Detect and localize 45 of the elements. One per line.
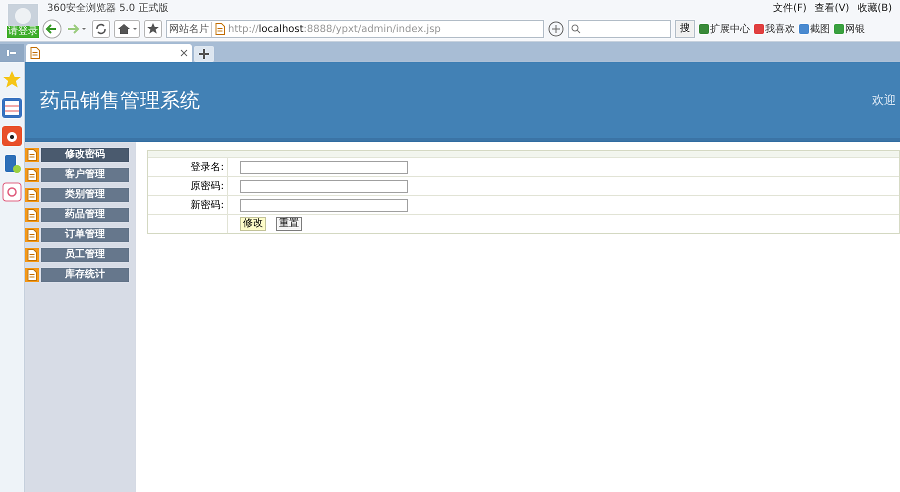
form-button[interactable]: 重置 <box>276 217 302 231</box>
window-title: 360安全浏览器 5.0 正式版 <box>47 2 168 16</box>
refresh-icon[interactable] <box>92 20 110 38</box>
sidebar-item[interactable]: 修改密码 <box>41 148 129 162</box>
search-field[interactable] <box>568 20 671 38</box>
toolbar-link[interactable]: 网银 <box>845 22 865 36</box>
menu-item[interactable]: 查看(V) <box>814 1 850 16</box>
page-icon <box>30 47 40 59</box>
input-field[interactable] <box>240 160 408 174</box>
sidebar-item[interactable]: 药品管理 <box>41 208 129 222</box>
url-text: http://localhost:8888/ypxt/admin/index.jsp <box>228 22 442 36</box>
toolbar-link[interactable]: 我喜欢 <box>765 22 795 36</box>
welcome-text: 欢迎 <box>872 92 896 109</box>
sidebar-item[interactable]: 客户管理 <box>41 168 129 182</box>
search-button[interactable]: 搜 <box>675 20 695 38</box>
search-icon <box>571 24 581 34</box>
field-label: 登录名: <box>148 158 228 176</box>
menu-item[interactable]: 收藏(B) <box>857 1 892 16</box>
address-bar[interactable]: 网站名片 http://localhost:8888/ypxt/admin/index.jsp <box>166 20 544 38</box>
toolbar-link[interactable]: 扩展中心 <box>710 22 750 36</box>
site-card-button[interactable]: 网站名片 <box>167 22 212 36</box>
form-button[interactable]: 修改 <box>240 217 266 231</box>
eye-icon[interactable] <box>2 126 22 146</box>
toolbar-link[interactable]: 截图 <box>810 22 830 36</box>
page-icon <box>215 23 225 35</box>
menu-item[interactable]: 文件(F) <box>773 1 807 16</box>
input-field[interactable] <box>240 198 408 212</box>
page-title: 药品销售管理系统 <box>40 87 200 114</box>
sidebar-item[interactable]: 类别管理 <box>41 188 129 202</box>
sidebar-item[interactable]: 订单管理 <box>41 228 129 242</box>
browser-tab[interactable] <box>26 44 192 62</box>
sidebar-item[interactable]: 库存统计 <box>41 268 129 282</box>
phone-icon[interactable] <box>2 154 22 174</box>
home-icon[interactable] <box>114 20 140 38</box>
mail-icon[interactable] <box>2 182 22 202</box>
field-label: 新密码: <box>148 196 228 214</box>
sidebar-item[interactable]: 员工管理 <box>41 248 129 262</box>
avatar-icon <box>8 4 38 26</box>
grid-icon[interactable] <box>2 98 22 118</box>
close-icon[interactable] <box>180 49 188 57</box>
input-field[interactable] <box>240 180 408 192</box>
field-label: 原密码: <box>148 177 228 195</box>
new-tab-icon[interactable] <box>194 46 214 62</box>
sidebar-toggle-icon[interactable] <box>0 44 24 62</box>
back-icon[interactable] <box>42 19 62 39</box>
